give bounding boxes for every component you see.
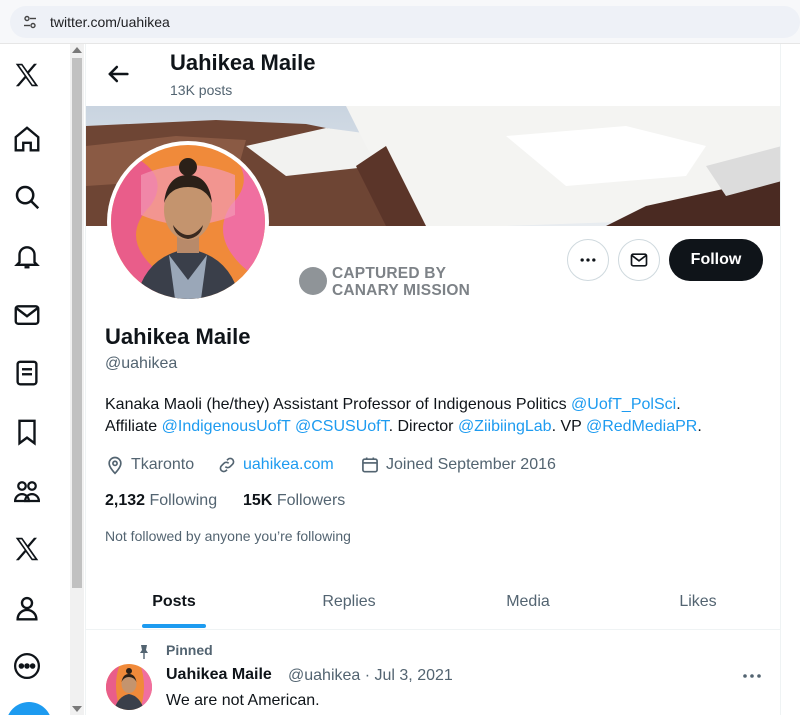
lists-icon[interactable] bbox=[8, 354, 46, 392]
watermark-line-2: CANARY MISSION bbox=[332, 282, 471, 299]
tweet-more-icon[interactable] bbox=[740, 664, 764, 688]
messages-mail-icon[interactable] bbox=[8, 296, 46, 334]
bio-text: . VP bbox=[551, 418, 586, 435]
header-post-count: 13K posts bbox=[170, 82, 233, 98]
tweet-handle-date: @uahikea · Jul 3, 2021 bbox=[288, 667, 453, 684]
x-logo-icon[interactable] bbox=[8, 56, 46, 94]
tweet-author-avatar[interactable] bbox=[106, 664, 152, 710]
pinned-label: Pinned bbox=[166, 642, 213, 658]
url-text: twitter.com/uahikea bbox=[50, 14, 170, 30]
location-pin-icon bbox=[108, 456, 122, 475]
tab-media[interactable]: Media bbox=[476, 574, 580, 630]
canary-bird-icon bbox=[299, 267, 327, 295]
back-arrow-icon[interactable] bbox=[104, 60, 132, 88]
link-icon bbox=[219, 457, 235, 473]
url-field[interactable]: twitter.com/uahikea bbox=[10, 6, 800, 38]
more-options-button[interactable] bbox=[567, 239, 609, 281]
communities-icon[interactable] bbox=[8, 472, 46, 510]
mention-link[interactable]: @RedMediaPR bbox=[586, 418, 697, 435]
tweet-author-name[interactable]: Uahikea Maile bbox=[166, 666, 272, 684]
following-count-link[interactable]: 2,132 Following bbox=[105, 492, 217, 510]
profile-main-column: Uahikea Maile 13K posts CAPTURED BY CANA… bbox=[85, 44, 781, 715]
more-dots-icon bbox=[580, 258, 596, 262]
scroll-down-arrow-icon[interactable] bbox=[72, 706, 82, 712]
notifications-bell-icon[interactable] bbox=[8, 237, 46, 275]
site-settings-icon[interactable] bbox=[22, 14, 38, 30]
scroll-up-arrow-icon[interactable] bbox=[72, 47, 82, 53]
location: Tkaronto bbox=[105, 455, 194, 475]
mention-link[interactable]: @ZiibiingLab bbox=[458, 418, 552, 435]
tweet-text: We are not American. bbox=[166, 692, 320, 709]
message-button[interactable] bbox=[618, 239, 660, 281]
profile-icon[interactable] bbox=[8, 589, 46, 627]
active-tab-indicator bbox=[142, 624, 206, 628]
follow-button[interactable]: Follow bbox=[669, 239, 763, 281]
bio-text: . Director bbox=[388, 418, 458, 435]
scrollbar-thumb[interactable] bbox=[72, 58, 82, 588]
website-link[interactable]: uahikea.com bbox=[243, 456, 334, 474]
mention-link[interactable]: @CSUSUofT bbox=[295, 418, 389, 435]
followers-label: Followers bbox=[276, 492, 346, 509]
following-label: Following bbox=[149, 492, 218, 509]
mention-link[interactable]: @IndigenousUofT bbox=[162, 418, 291, 435]
bio-text: Kanaka Maoli (he/they) Assistant Profess… bbox=[105, 396, 572, 413]
more-circle-icon[interactable] bbox=[8, 647, 46, 685]
search-icon[interactable] bbox=[8, 178, 46, 216]
tab-likes[interactable]: Likes bbox=[646, 574, 750, 630]
bio-text: . bbox=[697, 418, 702, 435]
not-followed-note: Not followed by anyone you’re following bbox=[105, 528, 351, 544]
profile-header-bar: Uahikea Maile 13K posts bbox=[86, 44, 780, 106]
join-date: Joined September 2016 bbox=[360, 455, 556, 475]
profile-handle: @uahikea bbox=[105, 355, 178, 372]
following-count: 2,132 bbox=[105, 492, 146, 509]
home-icon[interactable] bbox=[8, 120, 46, 158]
pin-icon bbox=[140, 645, 148, 659]
profile-avatar[interactable] bbox=[107, 141, 269, 303]
left-nav bbox=[0, 44, 54, 715]
followers-count: 15K bbox=[243, 492, 273, 509]
bookmarks-icon[interactable] bbox=[8, 413, 46, 451]
calendar-icon bbox=[362, 457, 378, 473]
bio-text: Affiliate bbox=[105, 418, 162, 435]
followers-count-link[interactable]: 15K Followers bbox=[243, 492, 345, 510]
profile-bio: Kanaka Maoli (he/they) Assistant Profess… bbox=[105, 394, 765, 438]
joined-text: Joined September 2016 bbox=[386, 456, 556, 473]
premium-x-icon[interactable] bbox=[8, 530, 46, 568]
mail-icon bbox=[630, 253, 648, 267]
profile-display-name: Uahikea Maile bbox=[105, 324, 251, 349]
mention-link[interactable]: @UofT_PolSci bbox=[571, 396, 676, 413]
browser-address-bar: twitter.com/uahikea bbox=[0, 0, 800, 44]
location-text: Tkaronto bbox=[131, 456, 195, 473]
header-display-name: Uahikea Maile bbox=[170, 50, 316, 75]
pinned-tweet[interactable]: Pinned Uahikea Maile @uahikea · Jul 3, 2… bbox=[86, 632, 780, 715]
website[interactable]: uahikea.com bbox=[217, 455, 334, 475]
tab-posts[interactable]: Posts bbox=[114, 574, 234, 630]
tab-replies[interactable]: Replies bbox=[286, 574, 412, 630]
watermark-line-1: CAPTURED BY bbox=[332, 265, 447, 282]
bio-text: . bbox=[676, 396, 681, 413]
profile-tabs: Posts Replies Media Likes bbox=[86, 574, 780, 630]
